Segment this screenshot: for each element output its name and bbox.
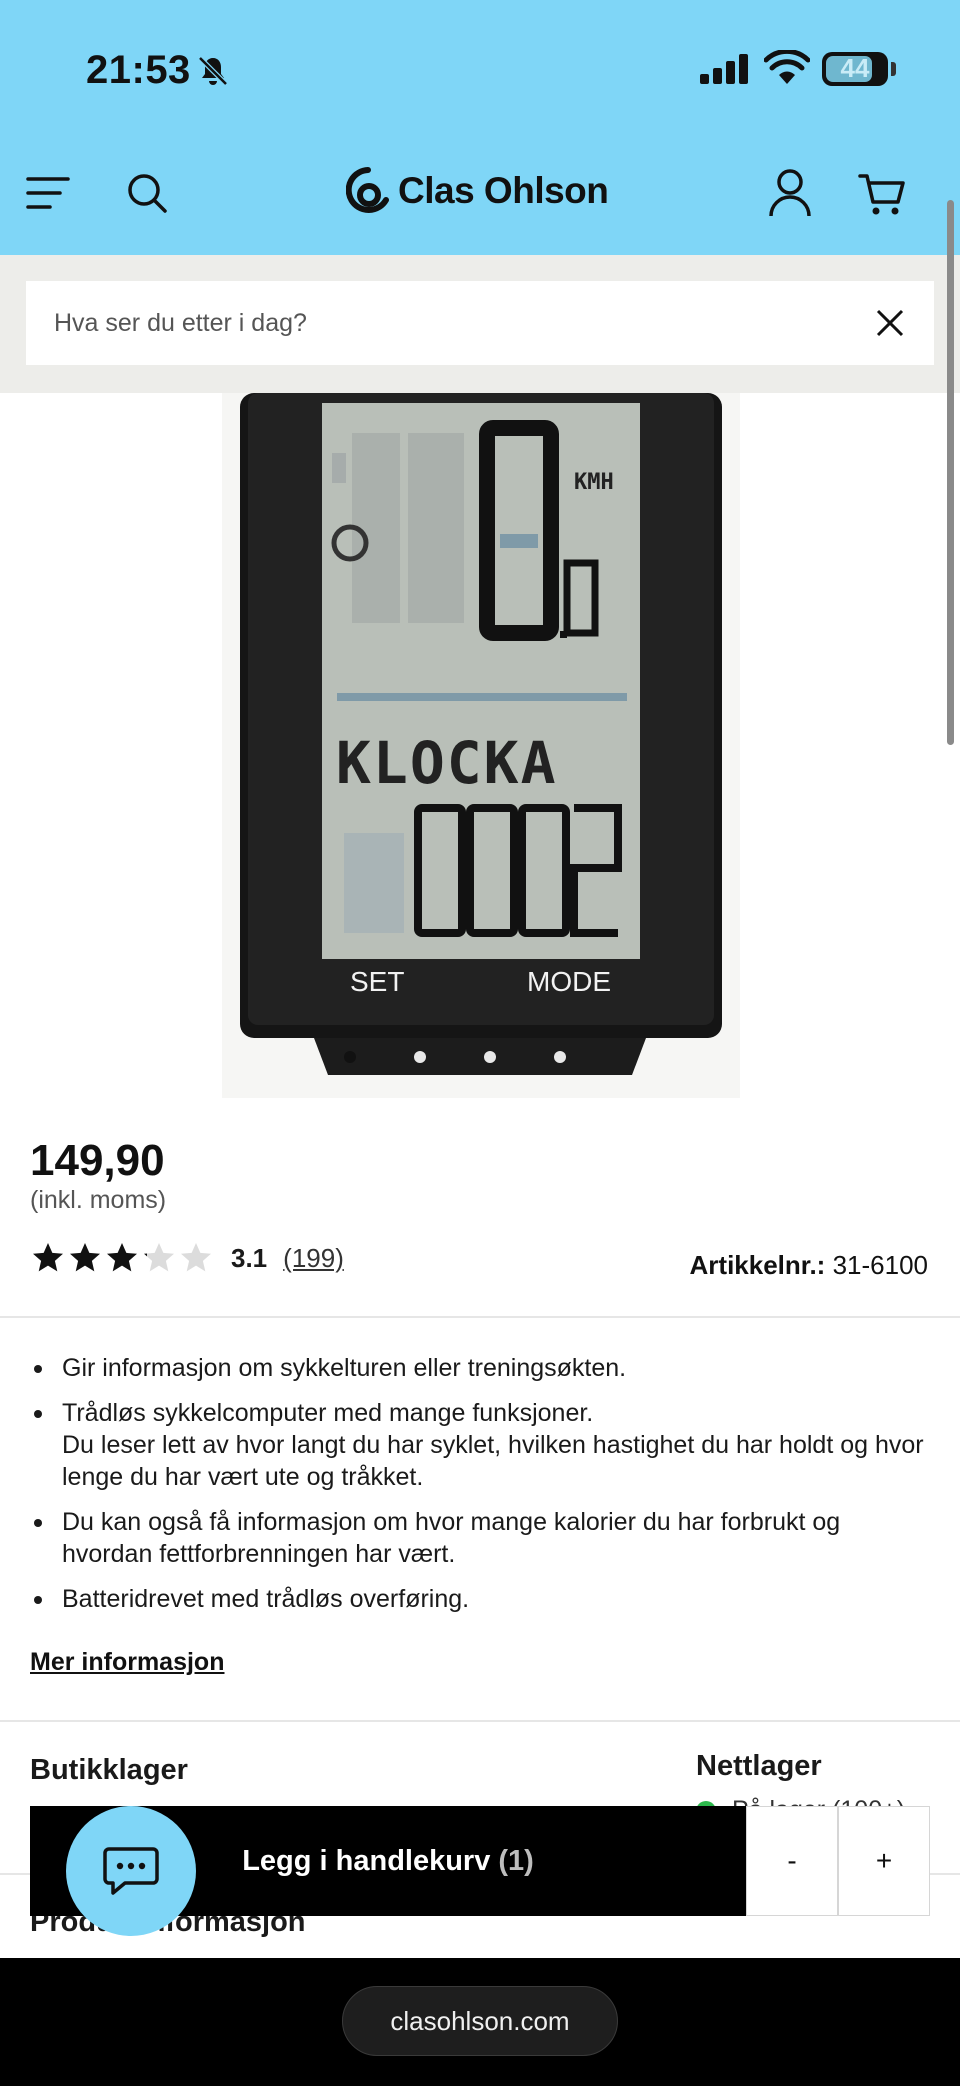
cart-icon[interactable]	[858, 172, 906, 218]
set-button-label: SET	[350, 966, 404, 997]
lcd-display-text: KLOCKA	[336, 729, 558, 797]
article-value: 31-6100	[832, 1250, 928, 1280]
more-info-link[interactable]: Mer informasjon	[30, 1648, 224, 1677]
carousel-dot[interactable]	[414, 1051, 426, 1063]
search-box[interactable]	[26, 281, 934, 365]
cart-quantity: (1)	[498, 1844, 534, 1877]
article-label: Artikkelnr.:	[689, 1250, 826, 1280]
url-bar[interactable]: clasohlson.com	[342, 1986, 618, 2056]
account-icon[interactable]	[768, 168, 812, 218]
page-scrollbar[interactable]	[947, 200, 954, 745]
store-stock-title[interactable]: Butikklager	[30, 1754, 188, 1787]
brand-logo[interactable]: Clas Ohlson	[346, 164, 609, 218]
star-icon	[107, 1243, 137, 1272]
product-highlights: Gir informasjon om sykkelturen eller tre…	[30, 1352, 930, 1628]
list-item: Gir informasjon om sykkelturen eller tre…	[30, 1352, 930, 1384]
search-icon[interactable]	[126, 172, 168, 214]
divider	[0, 1316, 960, 1318]
rating-stars	[30, 1240, 215, 1276]
search-input[interactable]	[54, 281, 854, 365]
divider	[0, 1720, 960, 1722]
app-header: 21:53 44 Clas Ohlson	[0, 0, 960, 255]
chat-icon	[103, 1847, 159, 1895]
wifi-icon	[764, 50, 810, 84]
brand-name: Clas Ohlson	[398, 170, 609, 211]
clas-ohlson-logo-icon	[346, 167, 389, 213]
vat-note: (inkl. moms)	[30, 1186, 167, 1214]
browser-toolbar: clasohlson.com	[0, 1958, 960, 2086]
add-to-cart-label: Legg i handlekurv	[242, 1844, 491, 1877]
menu-icon[interactable]	[26, 176, 70, 210]
product-image-carousel[interactable]: KMH KLOCKA SET MODE	[222, 393, 740, 1098]
svg-text:KMH: KMH	[574, 470, 614, 495]
increase-quantity-button[interactable]: +	[838, 1806, 930, 1916]
list-item: Batteridrevet med trådløs overføring.	[30, 1583, 930, 1615]
battery-icon: 44	[822, 52, 888, 86]
bike-computer-image: KMH KLOCKA SET MODE	[240, 393, 722, 1075]
rating-count-link[interactable]: (199)	[283, 1243, 344, 1274]
product-rating[interactable]: 3.1 (199)	[30, 1240, 344, 1276]
carousel-dot[interactable]	[554, 1051, 566, 1063]
close-icon[interactable]	[874, 307, 906, 339]
signal-icon	[700, 54, 748, 84]
online-stock-title: Nettlager	[696, 1750, 822, 1782]
star-icon	[33, 1243, 63, 1272]
status-time: 21:53	[86, 48, 191, 92]
bell-off-icon	[198, 56, 228, 86]
star-icon	[70, 1243, 100, 1272]
chat-button[interactable]	[66, 1806, 196, 1936]
search-bar	[0, 255, 960, 393]
list-item: Du kan også få informasjon om hvor mange…	[30, 1506, 930, 1570]
product-price: 149,90	[30, 1136, 165, 1185]
list-item-line: Du leser lett av hvor langt du har sykle…	[62, 1431, 924, 1491]
decrease-quantity-button[interactable]: -	[746, 1806, 838, 1916]
rating-value: 3.1	[231, 1242, 268, 1273]
mode-button-label: MODE	[527, 966, 611, 997]
star-empty-icon	[181, 1243, 211, 1272]
list-item-line: Trådløs sykkelcomputer med mange funksjo…	[62, 1399, 594, 1427]
carousel-dot[interactable]	[344, 1051, 356, 1063]
article-number: Artikkelnr.: 31-6100	[690, 1250, 928, 1281]
carousel-dot[interactable]	[484, 1051, 496, 1063]
battery-level: 44	[840, 53, 870, 83]
star-partial-icon	[144, 1243, 174, 1272]
list-item: Trådløs sykkelcomputer med mange funksjo…	[30, 1397, 930, 1493]
